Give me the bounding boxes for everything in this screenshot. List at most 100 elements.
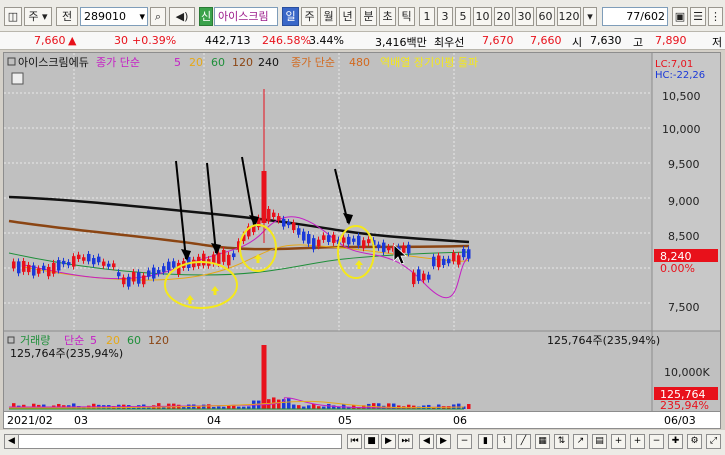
candle-type-icon[interactable]: ▮: [478, 434, 493, 449]
interval-3[interactable]: 3: [437, 7, 453, 26]
arrow-line: [241, 156, 255, 226]
candle: [277, 216, 281, 221]
interval-20[interactable]: 20: [494, 7, 513, 26]
layout-icon[interactable]: ◫: [4, 7, 22, 26]
legend-ma-60: 60: [211, 56, 225, 69]
x-label: 2021/02: [7, 414, 53, 427]
period-week[interactable]: 주: [301, 7, 318, 26]
bid-price: 7,660: [530, 34, 562, 47]
zoom-out-icon[interactable]: −: [457, 434, 472, 449]
play-icon[interactable]: ▶: [381, 434, 396, 449]
market-select[interactable]: 주 ▾: [24, 7, 52, 26]
ask-price: 7,670: [482, 34, 514, 47]
interval-5[interactable]: 5: [455, 7, 471, 26]
volume-bar: [287, 397, 291, 409]
x-label: 03: [74, 414, 88, 427]
candle: [202, 253, 206, 266]
x-right-label: 06/03: [664, 414, 696, 427]
period-minute[interactable]: 분: [360, 7, 377, 26]
zoom-in-icon[interactable]: +: [611, 434, 626, 449]
trend-icon[interactable]: ↗: [573, 434, 588, 449]
grid-toggle-icon[interactable]: [11, 72, 24, 85]
candle: [217, 252, 221, 264]
candle: [102, 261, 106, 266]
legend-name: 아이스크림에듀: [18, 56, 89, 69]
arrow-head-icon: [343, 213, 353, 225]
interval-60[interactable]: 60: [536, 7, 555, 26]
page-count-input[interactable]: 77/602: [602, 7, 668, 26]
stop-icon[interactable]: ■: [364, 434, 379, 449]
bar-icon[interactable]: ▦: [535, 434, 550, 449]
interval-120[interactable]: 120: [557, 7, 581, 26]
volume-ma-label: 단순: [64, 334, 84, 347]
menu-icon[interactable]: ⋮: [708, 7, 723, 26]
volume-bar: [312, 403, 316, 409]
ma240-line: [8, 195, 470, 244]
scrollbar-track[interactable]: ◀: [4, 434, 342, 449]
price-legend: 아이스크림에듀 종가 단순 5 20 60 120 240 종가 단순 480 …: [7, 56, 478, 85]
candle: [282, 218, 286, 227]
zoom-in-icon[interactable]: +: [630, 434, 645, 449]
tools-icon[interactable]: ⚙: [687, 434, 702, 449]
settings-icon[interactable]: ☰: [690, 7, 706, 26]
candle: [327, 235, 331, 242]
last-icon[interactable]: ⏭: [398, 434, 413, 449]
chart-icon[interactable]: ▤: [592, 434, 607, 449]
compare-icon[interactable]: ⇅: [554, 434, 569, 449]
candle: [82, 257, 86, 261]
step-back-icon[interactable]: ◀: [419, 434, 434, 449]
chart-area[interactable]: 아이스크림에듀 종가 단순 5 20 60 120 240 종가 단순 480 …: [3, 52, 721, 412]
candle: [22, 260, 26, 272]
chart-canvas[interactable]: 아이스크림에듀 종가 단순 5 20 60 120 240 종가 단순 480 …: [4, 53, 720, 411]
market-label: 주: [28, 10, 39, 23]
chevron-down-icon[interactable]: ▾: [139, 8, 145, 25]
volume-tick: 10,000K: [664, 366, 710, 379]
screen-icon[interactable]: ▣: [672, 7, 688, 26]
volume: 442,713: [205, 34, 251, 47]
sound-icon[interactable]: ◀): [169, 7, 195, 26]
toolbar: ◫ 주 ▾ 전 289010 ▾ ⌕ ◀) 신 아이스크림 일 주 월 년 분 초…: [0, 0, 725, 32]
legend-ma2-label: 종가 단순: [291, 56, 335, 69]
first-icon[interactable]: ⏮: [347, 434, 362, 449]
candle: [272, 212, 276, 218]
period-year[interactable]: 년: [339, 7, 356, 26]
period-second[interactable]: 초: [379, 7, 396, 26]
candle: [112, 263, 116, 268]
price-change-pct: +0.39%: [132, 34, 177, 47]
code-input[interactable]: 289010 ▾: [80, 7, 148, 26]
candle: [107, 263, 111, 267]
interval-10[interactable]: 10: [473, 7, 492, 26]
prev-button[interactable]: 전: [56, 7, 78, 26]
quote-bar: 7,660 ▲ 30 +0.39% 442,713 246.58% 3.44% …: [0, 32, 725, 50]
candle: [12, 261, 16, 269]
candle: [437, 255, 441, 268]
candle: [172, 261, 176, 268]
period-day[interactable]: 일: [282, 7, 299, 26]
zoom-out-icon[interactable]: −: [649, 434, 664, 449]
period-tick[interactable]: 틱: [398, 7, 415, 26]
interval-1[interactable]: 1: [419, 7, 435, 26]
up-arrow-icon: [254, 254, 262, 263]
up-arrow-icon: [211, 286, 219, 295]
candle: [17, 261, 21, 274]
candle: [412, 272, 416, 285]
scroll-left-icon[interactable]: ◀: [5, 435, 19, 448]
step-forward-icon[interactable]: ▶: [436, 434, 451, 449]
indicator-icon[interactable]: ⌇: [497, 434, 512, 449]
expand-icon[interactable]: ⤢: [706, 434, 721, 449]
search-icon[interactable]: ⌕: [150, 7, 166, 26]
interval-30[interactable]: 30: [515, 7, 534, 26]
legend-ma-240: 240: [258, 56, 279, 69]
interval-dropdown-icon[interactable]: ▾: [583, 7, 597, 26]
period-month[interactable]: 월: [320, 7, 337, 26]
cross-icon[interactable]: ✚: [668, 434, 683, 449]
candle: [127, 276, 131, 287]
legend-box-icon: [7, 57, 16, 66]
candle: [452, 252, 456, 262]
page-total: /602: [640, 10, 665, 23]
volume-bar: [261, 345, 267, 409]
line-icon[interactable]: ╱: [516, 434, 531, 449]
last-pct: 0.00%: [660, 262, 695, 275]
candle: [322, 235, 326, 240]
candle: [297, 228, 301, 235]
